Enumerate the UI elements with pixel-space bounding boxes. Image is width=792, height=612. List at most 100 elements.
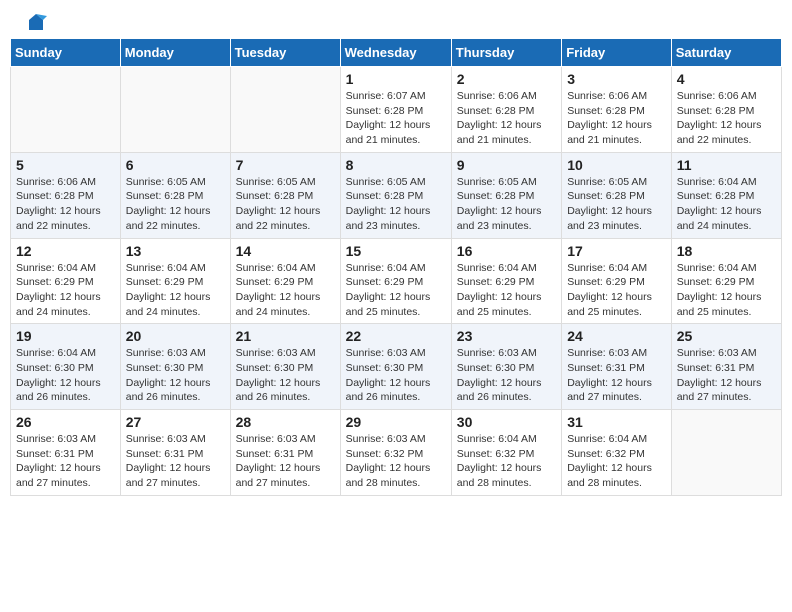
day-cell-3: 3 Sunrise: 6:06 AM Sunset: 6:28 PM Daylig… bbox=[562, 67, 672, 153]
day-cell-22: 22Sunrise: 6:03 AM Sunset: 6:30 PM Dayli… bbox=[340, 324, 451, 410]
day-info: Sunrise: 6:06 AM Sunset: 6:28 PM Dayligh… bbox=[677, 89, 776, 148]
day-number: 13 bbox=[126, 243, 225, 259]
day-info: Sunrise: 6:04 AM Sunset: 6:29 PM Dayligh… bbox=[677, 261, 776, 320]
day-cell-30: 30 Sunrise: 6:04 AM Sunset: 6:32 PM Dayli… bbox=[451, 410, 561, 496]
day-header-sunday: Sunday bbox=[11, 39, 121, 67]
day-number: 30 bbox=[457, 414, 556, 430]
day-number: 27 bbox=[126, 414, 225, 430]
day-cell-31: 31 Sunrise: 6:04 AM Sunset: 6:32 PM Dayli… bbox=[562, 410, 672, 496]
day-number: 31 bbox=[567, 414, 666, 430]
day-cell-19: 19Sunrise: 6:04 AM Sunset: 6:30 PM Dayli… bbox=[11, 324, 121, 410]
day-cell-10: 10Sunrise: 6:05 AM Sunset: 6:28 PM Dayli… bbox=[562, 152, 672, 238]
day-info: Sunrise: 6:03 AM Sunset: 6:31 PM Dayligh… bbox=[16, 432, 115, 491]
day-info: Sunrise: 6:03 AM Sunset: 6:31 PM Dayligh… bbox=[677, 346, 776, 405]
day-info: Sunrise: 6:03 AM Sunset: 6:31 PM Dayligh… bbox=[567, 346, 666, 405]
day-number: 26 bbox=[16, 414, 115, 430]
day-info: Sunrise: 6:04 AM Sunset: 6:28 PM Dayligh… bbox=[677, 175, 776, 234]
day-info: Sunrise: 6:03 AM Sunset: 6:30 PM Dayligh… bbox=[236, 346, 335, 405]
day-number: 12 bbox=[16, 243, 115, 259]
day-info: Sunrise: 6:06 AM Sunset: 6:28 PM Dayligh… bbox=[457, 89, 556, 148]
day-number: 7 bbox=[236, 157, 335, 173]
day-info: Sunrise: 6:04 AM Sunset: 6:29 PM Dayligh… bbox=[126, 261, 225, 320]
day-cell-25: 25 Sunrise: 6:03 AM Sunset: 6:31 PM Dayli… bbox=[671, 324, 781, 410]
empty-cell bbox=[671, 410, 781, 496]
week-row-5: 26 Sunrise: 6:03 AM Sunset: 6:31 PM Dayli… bbox=[11, 410, 782, 496]
day-number: 17 bbox=[567, 243, 666, 259]
day-number: 11 bbox=[677, 157, 776, 173]
day-number: 21 bbox=[236, 328, 335, 344]
day-cell-15: 15 Sunrise: 6:04 AM Sunset: 6:29 PM Dayli… bbox=[340, 238, 451, 324]
day-info: Sunrise: 6:06 AM Sunset: 6:28 PM Dayligh… bbox=[16, 175, 115, 234]
day-number: 3 bbox=[567, 71, 666, 87]
day-cell-6: 6Sunrise: 6:05 AM Sunset: 6:28 PM Daylig… bbox=[120, 152, 230, 238]
day-cell-17: 17 Sunrise: 6:04 AM Sunset: 6:29 PM Dayli… bbox=[562, 238, 672, 324]
day-cell-28: 28Sunrise: 6:03 AM Sunset: 6:31 PM Dayli… bbox=[230, 410, 340, 496]
day-info: Sunrise: 6:04 AM Sunset: 6:30 PM Dayligh… bbox=[16, 346, 115, 405]
day-number: 25 bbox=[677, 328, 776, 344]
day-cell-13: 13 Sunrise: 6:04 AM Sunset: 6:29 PM Dayli… bbox=[120, 238, 230, 324]
day-info: Sunrise: 6:03 AM Sunset: 6:30 PM Dayligh… bbox=[457, 346, 556, 405]
empty-cell bbox=[230, 67, 340, 153]
day-info: Sunrise: 6:04 AM Sunset: 6:32 PM Dayligh… bbox=[567, 432, 666, 491]
day-header-saturday: Saturday bbox=[671, 39, 781, 67]
day-info: Sunrise: 6:05 AM Sunset: 6:28 PM Dayligh… bbox=[126, 175, 225, 234]
day-info: Sunrise: 6:05 AM Sunset: 6:28 PM Dayligh… bbox=[457, 175, 556, 234]
day-cell-7: 7 Sunrise: 6:05 AM Sunset: 6:28 PM Daylig… bbox=[230, 152, 340, 238]
day-number: 14 bbox=[236, 243, 335, 259]
day-number: 5 bbox=[16, 157, 115, 173]
empty-cell bbox=[120, 67, 230, 153]
day-number: 9 bbox=[457, 157, 556, 173]
day-number: 24 bbox=[567, 328, 666, 344]
day-cell-5: 5 Sunrise: 6:06 AM Sunset: 6:28 PM Daylig… bbox=[11, 152, 121, 238]
day-number: 23 bbox=[457, 328, 556, 344]
day-cell-1: 1 Sunrise: 6:07 AM Sunset: 6:28 PM Daylig… bbox=[340, 67, 451, 153]
day-number: 15 bbox=[346, 243, 446, 259]
day-cell-16: 16Sunrise: 6:04 AM Sunset: 6:29 PM Dayli… bbox=[451, 238, 561, 324]
day-info: Sunrise: 6:05 AM Sunset: 6:28 PM Dayligh… bbox=[567, 175, 666, 234]
day-info: Sunrise: 6:05 AM Sunset: 6:28 PM Dayligh… bbox=[236, 175, 335, 234]
day-cell-14: 14Sunrise: 6:04 AM Sunset: 6:29 PM Dayli… bbox=[230, 238, 340, 324]
day-cell-2: 2 Sunrise: 6:06 AM Sunset: 6:28 PM Daylig… bbox=[451, 67, 561, 153]
day-info: Sunrise: 6:04 AM Sunset: 6:29 PM Dayligh… bbox=[567, 261, 666, 320]
day-cell-29: 29 Sunrise: 6:03 AM Sunset: 6:32 PM Dayli… bbox=[340, 410, 451, 496]
day-cell-27: 27 Sunrise: 6:03 AM Sunset: 6:31 PM Dayli… bbox=[120, 410, 230, 496]
day-info: Sunrise: 6:07 AM Sunset: 6:28 PM Dayligh… bbox=[346, 89, 446, 148]
day-number: 22 bbox=[346, 328, 446, 344]
day-info: Sunrise: 6:04 AM Sunset: 6:32 PM Dayligh… bbox=[457, 432, 556, 491]
day-cell-23: 23 Sunrise: 6:03 AM Sunset: 6:30 PM Dayli… bbox=[451, 324, 561, 410]
day-header-monday: Monday bbox=[120, 39, 230, 67]
page-header bbox=[0, 0, 792, 38]
logo-icon bbox=[25, 12, 47, 34]
calendar-table: SundayMondayTuesdayWednesdayThursdayFrid… bbox=[10, 38, 782, 496]
day-cell-4: 4Sunrise: 6:06 AM Sunset: 6:28 PM Daylig… bbox=[671, 67, 781, 153]
day-info: Sunrise: 6:03 AM Sunset: 6:32 PM Dayligh… bbox=[346, 432, 446, 491]
week-row-2: 5 Sunrise: 6:06 AM Sunset: 6:28 PM Daylig… bbox=[11, 152, 782, 238]
day-info: Sunrise: 6:04 AM Sunset: 6:29 PM Dayligh… bbox=[16, 261, 115, 320]
day-header-friday: Friday bbox=[562, 39, 672, 67]
day-number: 28 bbox=[236, 414, 335, 430]
day-cell-11: 11 Sunrise: 6:04 AM Sunset: 6:28 PM Dayli… bbox=[671, 152, 781, 238]
week-row-3: 12 Sunrise: 6:04 AM Sunset: 6:29 PM Dayli… bbox=[11, 238, 782, 324]
day-info: Sunrise: 6:06 AM Sunset: 6:28 PM Dayligh… bbox=[567, 89, 666, 148]
day-cell-12: 12 Sunrise: 6:04 AM Sunset: 6:29 PM Dayli… bbox=[11, 238, 121, 324]
day-info: Sunrise: 6:04 AM Sunset: 6:29 PM Dayligh… bbox=[346, 261, 446, 320]
week-row-1: 1 Sunrise: 6:07 AM Sunset: 6:28 PM Daylig… bbox=[11, 67, 782, 153]
day-info: Sunrise: 6:03 AM Sunset: 6:30 PM Dayligh… bbox=[126, 346, 225, 405]
week-row-4: 19Sunrise: 6:04 AM Sunset: 6:30 PM Dayli… bbox=[11, 324, 782, 410]
day-cell-24: 24 Sunrise: 6:03 AM Sunset: 6:31 PM Dayli… bbox=[562, 324, 672, 410]
empty-cell bbox=[11, 67, 121, 153]
day-header-thursday: Thursday bbox=[451, 39, 561, 67]
day-number: 29 bbox=[346, 414, 446, 430]
day-header-wednesday: Wednesday bbox=[340, 39, 451, 67]
day-number: 1 bbox=[346, 71, 446, 87]
day-info: Sunrise: 6:03 AM Sunset: 6:31 PM Dayligh… bbox=[126, 432, 225, 491]
day-number: 2 bbox=[457, 71, 556, 87]
day-info: Sunrise: 6:05 AM Sunset: 6:28 PM Dayligh… bbox=[346, 175, 446, 234]
day-cell-26: 26 Sunrise: 6:03 AM Sunset: 6:31 PM Dayli… bbox=[11, 410, 121, 496]
day-cell-8: 8Sunrise: 6:05 AM Sunset: 6:28 PM Daylig… bbox=[340, 152, 451, 238]
day-cell-9: 9 Sunrise: 6:05 AM Sunset: 6:28 PM Daylig… bbox=[451, 152, 561, 238]
day-header-tuesday: Tuesday bbox=[230, 39, 340, 67]
logo bbox=[24, 18, 47, 30]
day-cell-18: 18Sunrise: 6:04 AM Sunset: 6:29 PM Dayli… bbox=[671, 238, 781, 324]
day-number: 20 bbox=[126, 328, 225, 344]
